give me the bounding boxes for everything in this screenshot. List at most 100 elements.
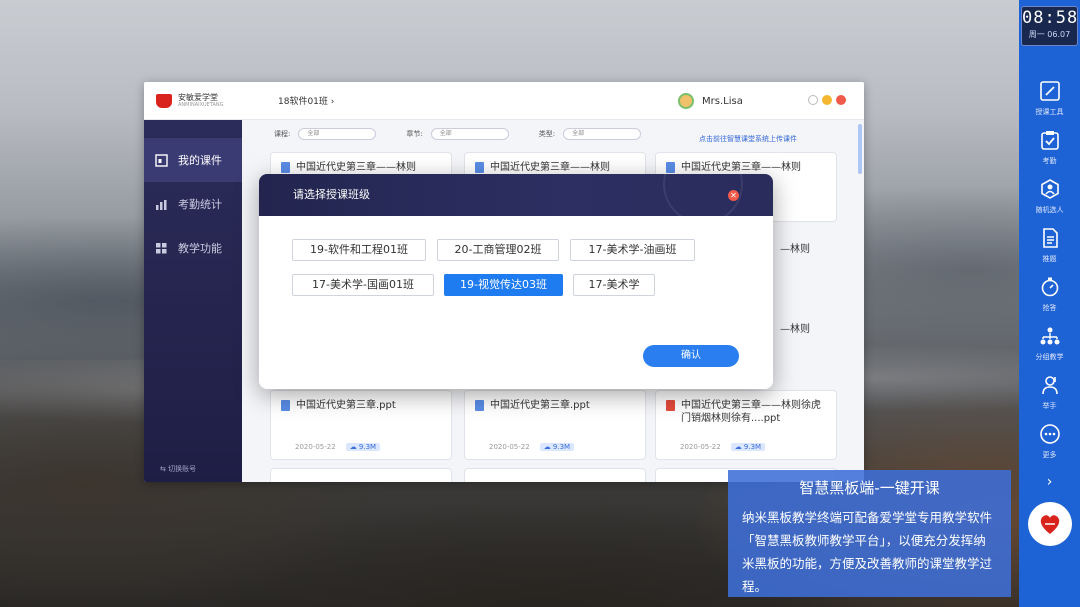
minimize-button[interactable] xyxy=(808,95,818,105)
courseware-card[interactable]: 中国近代史第三章.ppt 2020-05-22 ☁ 9.3M xyxy=(464,390,646,460)
dock-item-label: 分组教学 xyxy=(1035,353,1064,361)
filter-label: 章节: xyxy=(406,130,423,138)
raise-hand-icon xyxy=(1037,372,1063,398)
feature-info-panel: 智慧黑板端-一键开课 纳米黑板教学终端可配备爱学堂专用教学软件「智慧黑板教师教学… xyxy=(728,470,1011,597)
filter-type[interactable]: 类型: 全部 xyxy=(538,128,642,140)
dock-item-quick-answer[interactable]: 抢答 xyxy=(1019,274,1080,313)
dock-item-random[interactable]: 随机选人 xyxy=(1019,176,1080,215)
maximize-button[interactable] xyxy=(822,95,832,105)
bar-chart-icon xyxy=(154,197,168,211)
sidebar-item-label: 教学功能 xyxy=(178,242,222,255)
pen-icon xyxy=(1037,78,1063,104)
dock-item-more[interactable]: 更多 xyxy=(1019,421,1080,460)
dock-item-label: 推题 xyxy=(1042,255,1057,263)
group-tree-icon xyxy=(1037,323,1063,349)
clipboard-check-icon xyxy=(1037,127,1063,153)
filter-select[interactable]: 全部 xyxy=(298,128,377,140)
sidebar-item-label: 考勤统计 xyxy=(178,198,222,211)
dock-item-group[interactable]: 分组教学 xyxy=(1019,323,1080,362)
courseware-card[interactable]: 中国近代史第三章.ppt 2020-05-22 ☁ 9.3M xyxy=(270,390,452,460)
card-date: 2020-05-22 xyxy=(680,443,721,451)
sidebar-item-teaching[interactable]: 教学功能 xyxy=(144,226,242,270)
class-option[interactable]: 17-美术学-国画01班 xyxy=(292,274,434,296)
dock-item-label: 抢答 xyxy=(1042,304,1057,312)
class-option[interactable]: 17-美术学-油画班 xyxy=(570,239,695,261)
card-title: 中国近代史第三章.ppt xyxy=(296,400,396,411)
switch-account-button[interactable]: ⇆ 切换账号 xyxy=(160,464,196,474)
sidebar: 我的课件 考勤统计 教学功能 ⇆ 切换账号 xyxy=(144,120,242,482)
filter-label: 类型: xyxy=(538,130,556,138)
card-title: 中国近代史第三章.ppt xyxy=(490,400,590,411)
dock-item-label: 授课工具 xyxy=(1035,108,1064,116)
close-icon[interactable]: ✕ xyxy=(728,190,739,201)
courseware-card[interactable]: 中国近代史第三章——林则徐虎门销烟林则徐有....ppt 2020-05-22 ☁… xyxy=(655,390,837,460)
pdf-file-icon xyxy=(666,400,675,411)
card-size-value: 9.3M xyxy=(358,443,377,451)
avatar xyxy=(678,93,694,109)
class-option[interactable]: 20-工商管理02班 xyxy=(437,239,559,261)
class-selector[interactable]: 18软件01班 › xyxy=(278,94,334,107)
dock-item-raise-hand[interactable]: 举手 xyxy=(1019,372,1080,411)
dock-item-label: 举手 xyxy=(1042,402,1057,410)
dialog-title: 请选择授课班级 xyxy=(293,188,370,201)
clock-widget: 08:58 周一 06.07 xyxy=(1021,6,1078,46)
card-title: 中国近代史第三章——林则 xyxy=(296,162,416,173)
grid-icon xyxy=(154,241,168,255)
doc-file-icon xyxy=(281,162,290,173)
stopwatch-icon xyxy=(1037,274,1063,300)
doc-file-icon xyxy=(475,400,484,411)
user-profile[interactable]: Mrs.Lisa xyxy=(678,93,743,109)
dock-item-label: 更多 xyxy=(1042,451,1057,459)
card-title: 中国近代史第三章——林则徐虎门销烟林则徐有....ppt xyxy=(681,400,821,424)
doc-file-icon xyxy=(666,162,675,173)
window-titlebar: 安敏爱学堂 ANMINAIXUETANG 18软件01班 › Mrs.Lisa xyxy=(144,82,864,120)
card-size-value: 9.3M xyxy=(552,443,571,451)
dock-item-attendance[interactable]: 考勤 xyxy=(1019,127,1080,166)
card-peek-text: —林则 xyxy=(780,244,810,255)
card-size: ☁ 9.3M xyxy=(730,443,766,451)
filter-bar: 课程: 全部 章节: 全部 类型: 全部 xyxy=(274,128,671,140)
confirm-button[interactable]: 确认 xyxy=(643,345,739,367)
select-class-dialog: 请选择授课班级 ✕ 19-软件和工程01班 20-工商管理02班 17-美术学-… xyxy=(259,174,773,389)
feature-title: 智慧黑板端-一键开课 xyxy=(799,479,940,497)
close-window-button[interactable] xyxy=(836,95,846,105)
courseware-card[interactable] xyxy=(270,468,452,482)
courseware-icon xyxy=(154,153,168,167)
sidebar-item-label: 我的课件 xyxy=(178,154,222,167)
card-size: ☁ 9.3M xyxy=(345,443,381,451)
logo-mark-icon xyxy=(156,93,172,108)
class-option[interactable]: 19-软件和工程01班 xyxy=(292,239,426,261)
doc-file-icon xyxy=(281,400,290,411)
filter-label: 课程: xyxy=(274,130,291,138)
dock-item-tools[interactable]: 授课工具 xyxy=(1019,78,1080,117)
filter-select[interactable]: 全部 xyxy=(563,128,642,140)
app-logo: 安敏爱学堂 ANMINAIXUETANG xyxy=(156,93,266,108)
brand-logo[interactable] xyxy=(1027,502,1072,546)
filter-select[interactable]: 全部 xyxy=(430,128,509,140)
document-icon xyxy=(1037,225,1063,251)
upload-link[interactable]: 点击前往智慧课堂系统上传课件 xyxy=(699,134,797,144)
random-person-icon xyxy=(1037,176,1063,202)
dock-item-label: 考勤 xyxy=(1042,157,1057,165)
logo-name: 安敏爱学堂 xyxy=(178,93,218,102)
window-controls xyxy=(808,95,846,105)
more-dots-icon xyxy=(1037,421,1063,447)
chevron-right-icon[interactable]: › xyxy=(1047,474,1053,490)
card-title: 中国近代史第三章——林则 xyxy=(681,162,801,173)
filter-chapter[interactable]: 章节: 全部 xyxy=(406,128,509,140)
clock-time: 08:58 xyxy=(1022,8,1079,28)
card-title: 中国近代史第三章——林则 xyxy=(490,162,610,173)
dock-item-push[interactable]: 推题 xyxy=(1019,225,1080,264)
scrollbar[interactable] xyxy=(858,124,862,174)
user-name: Mrs.Lisa xyxy=(702,95,743,107)
feature-description: 纳米黑板教学终端可配备爱学堂专用教学软件「智慧黑板教师教学平台」，以便充分发挥纳… xyxy=(742,510,993,594)
class-option[interactable]: 17-美术学 xyxy=(573,274,655,296)
switch-account-label: 切换账号 xyxy=(168,465,197,473)
doc-file-icon xyxy=(475,162,484,173)
filter-course[interactable]: 课程: 全部 xyxy=(274,128,377,140)
sidebar-item-courseware[interactable]: 我的课件 xyxy=(144,138,242,182)
class-option-selected[interactable]: 19-视觉传达03班 xyxy=(444,274,563,296)
heart-logo-icon xyxy=(1040,515,1059,534)
courseware-card[interactable] xyxy=(464,468,646,482)
sidebar-item-attendance[interactable]: 考勤统计 xyxy=(144,182,242,226)
